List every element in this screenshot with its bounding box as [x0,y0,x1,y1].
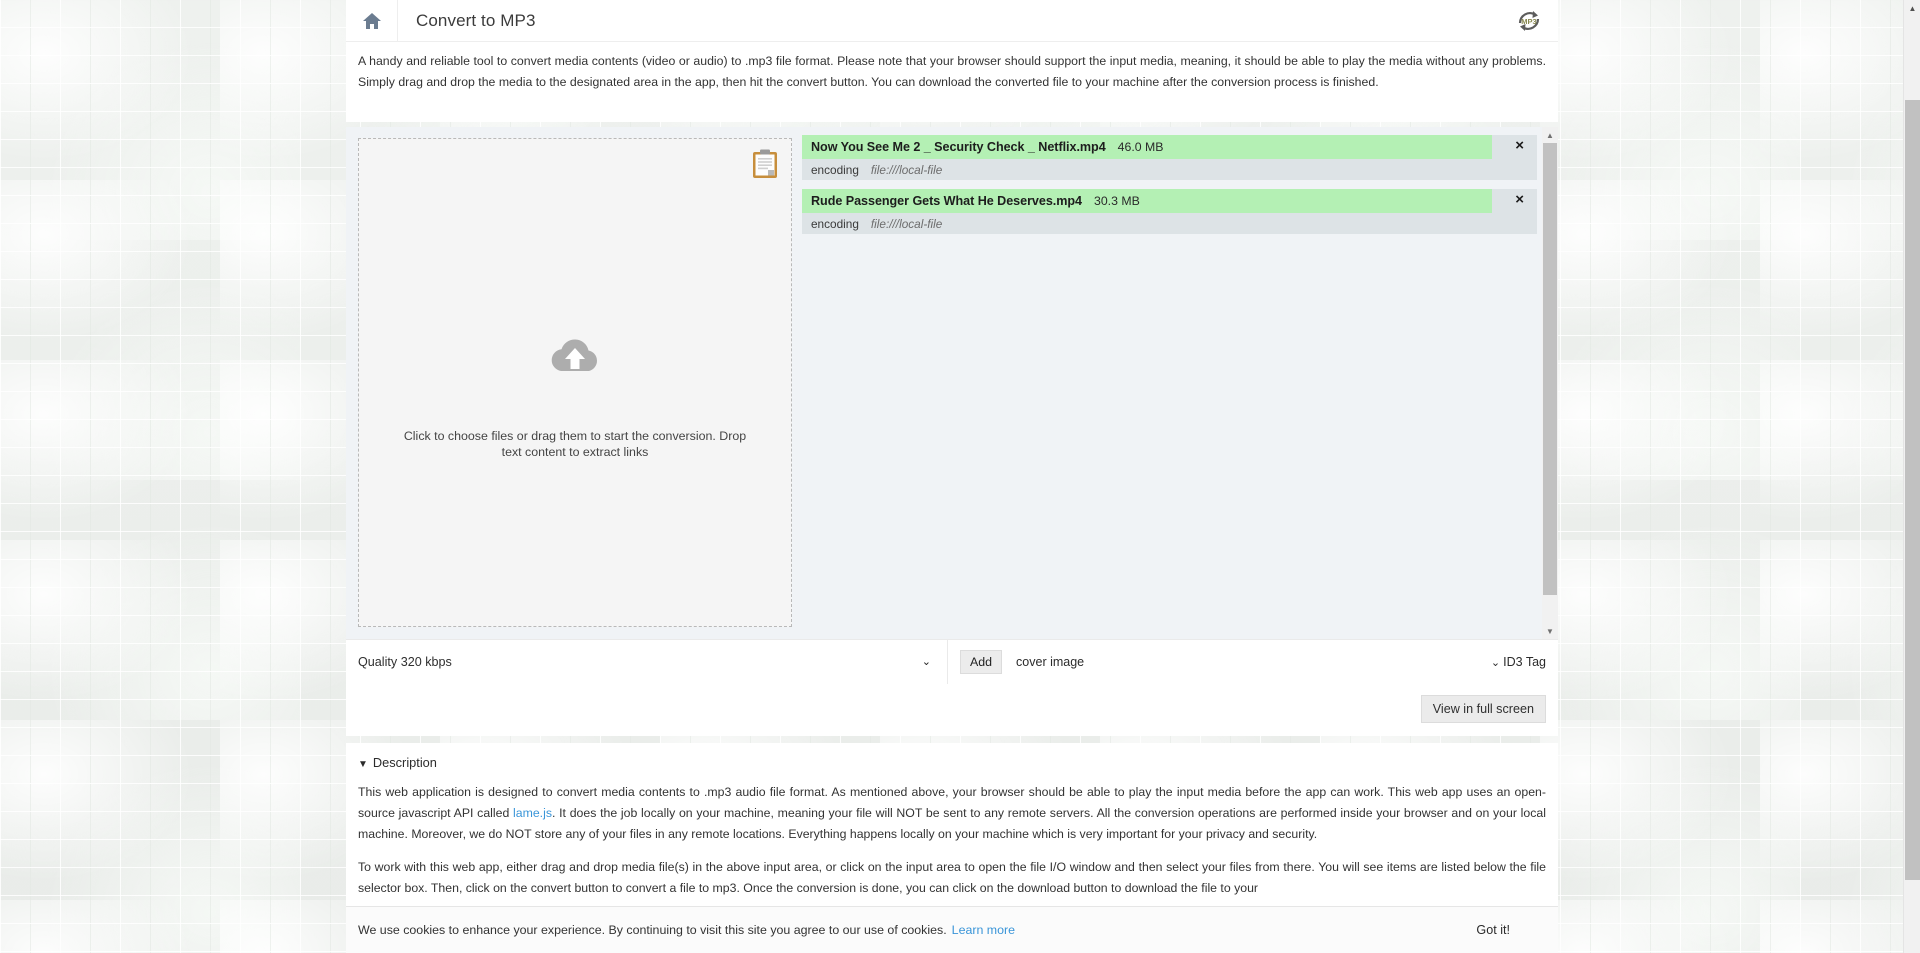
intro-paragraph: A handy and reliable tool to convert med… [358,54,1546,89]
file-status-value: file:///local-file [870,162,943,177]
file-status: encoding file:///local-file [802,213,1537,234]
file-row-header[interactable]: Rude Passenger Gets What He Deserves.mp4… [802,189,1492,213]
file-status-label: encoding [811,162,859,177]
chevron-down-icon: ⌄ [1490,656,1501,669]
options-row: Quality 320 kbps ⌄ Add cover image ⌄ ID3 … [346,639,1558,684]
scroll-down-arrow-icon[interactable]: ▼ [1542,623,1558,639]
add-cover-image-button[interactable]: Add [960,649,1003,674]
home-button[interactable] [346,0,398,42]
chevron-down-icon: ⌄ [921,656,931,668]
clipboard-icon[interactable] [752,149,778,184]
id3-tag-toggle[interactable]: ⌄ ID3 Tag [1491,655,1546,669]
list-item: Rude Passenger Gets What He Deserves.mp4… [802,189,1537,234]
dropzone-label: Click to choose files or drag them to st… [403,429,747,459]
description-paragraph-1: This web application is designed to conv… [346,770,1558,845]
cookie-text: We use cookies to enhance your experienc… [358,923,947,937]
file-list-scrollbar[interactable]: ▲ ▼ [1542,127,1558,639]
cloud-upload-icon [547,339,603,427]
page-title: Convert to MP3 [416,10,536,30]
list-item: Now You See Me 2 _ Security Check _ Netf… [802,135,1537,180]
description-heading: Description [372,755,437,770]
cookie-learn-more-link[interactable]: Learn more [952,923,1015,937]
file-row-header[interactable]: Now You See Me 2 _ Security Check _ Netf… [802,135,1492,159]
quality-select[interactable]: Quality 320 kbps ⌄ [346,639,948,684]
file-size: 46.0 MB [1117,140,1164,154]
cookie-accept-button[interactable]: Got it! [1476,923,1546,937]
file-dropzone[interactable]: Click to choose files or drag them to st… [358,138,792,627]
mp3-logo-text: MP3 [1521,17,1536,26]
remove-file-button[interactable]: × [1512,191,1527,209]
page-scroll-up-arrow-icon[interactable]: ▲ [1904,0,1920,17]
file-list: Now You See Me 2 _ Security Check _ Netf… [802,135,1537,243]
converter-panel: Click to choose files or drag them to st… [346,127,1558,736]
description-toggle[interactable]: ▼ Description [346,743,1558,770]
app-header-card: Convert to MP3 MP3 A handy and reliable … [346,0,1558,122]
converter-body: Click to choose files or drag them to st… [346,127,1558,639]
triangle-down-icon: ▼ [358,759,368,770]
file-name: Now You See Me 2 _ Security Check _ Netf… [811,140,1106,154]
scroll-up-arrow-icon[interactable]: ▲ [1542,127,1558,143]
fullscreen-row: View in full screen [346,683,1558,735]
file-name: Rude Passenger Gets What He Deserves.mp4 [811,194,1082,208]
scrollbar-thumb[interactable] [1543,143,1557,595]
description-paragraph-2: To work with this web app, either drag a… [358,860,1546,895]
remove-file-button[interactable]: × [1512,137,1527,155]
dropzone-content: Click to choose files or drag them to st… [359,335,791,460]
page-scrollbar-thumb[interactable] [1905,100,1920,880]
lame-js-link[interactable]: lame.js [513,806,552,820]
file-status-label: encoding [811,216,859,231]
file-status: encoding file:///local-file [802,159,1537,180]
titlebar: Convert to MP3 MP3 [346,0,1558,42]
file-size: 30.3 MB [1093,194,1140,208]
quality-select-value: Quality 320 kbps [358,654,452,669]
home-icon [362,12,382,30]
cookie-consent-bar: We use cookies to enhance your experienc… [346,906,1558,953]
page-scrollbar[interactable]: ▲ [1903,0,1920,953]
file-status-value: file:///local-file [870,216,943,231]
mp3-logo-icon: MP3 [1514,6,1544,36]
view-full-screen-button[interactable]: View in full screen [1420,695,1546,723]
id3-tag-label: ID3 Tag [1503,654,1546,669]
cover-image-label: cover image [1016,654,1085,669]
